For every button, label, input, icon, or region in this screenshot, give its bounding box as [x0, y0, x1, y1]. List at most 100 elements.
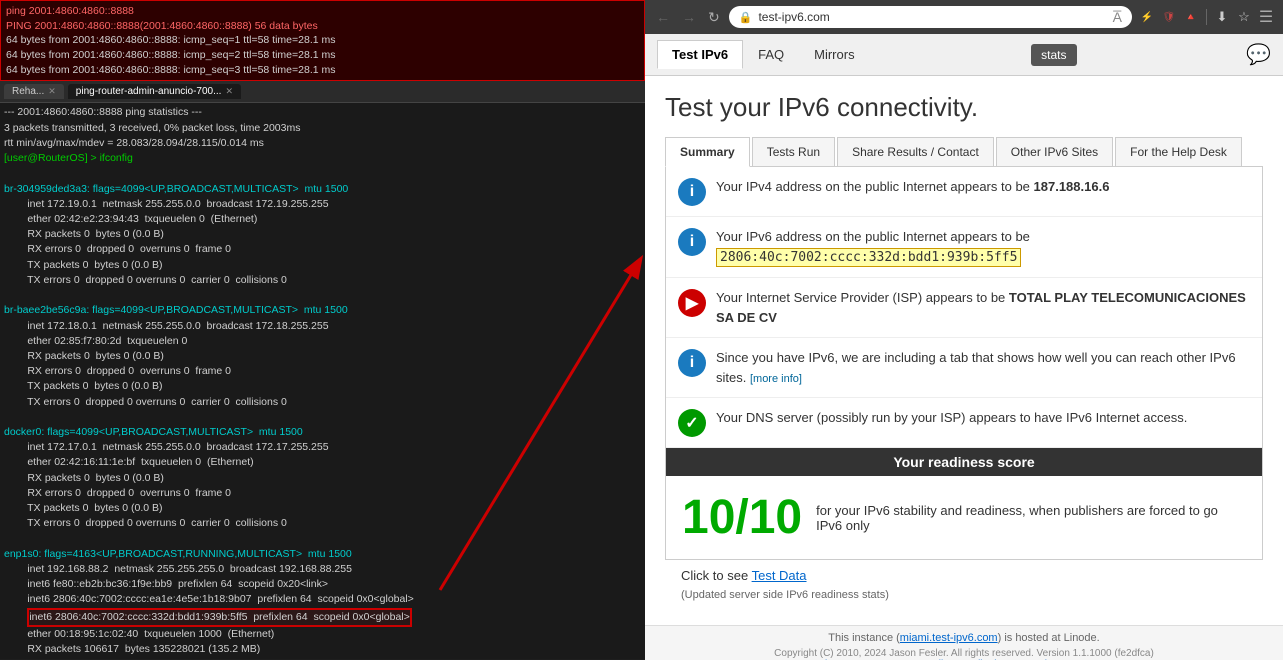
terminal-line-1: 64 bytes from 2001:4860:4860::8888: icmp… [6, 33, 639, 48]
tl-docker-inet: inet 172.17.0.1 netmask 255.255.0.0 broa… [4, 440, 641, 455]
info-row-ipv6-tab: i Since you have IPv6, we are including … [666, 338, 1262, 398]
address-bar[interactable]: 🔒 test-ipv6.com A̅ [729, 6, 1132, 28]
tl-enp-header: enp1s0: flags=4163<UP,BROADCAST,RUNNING,… [4, 547, 641, 562]
ext-icon-3[interactable]: 🔺 [1182, 8, 1200, 26]
more-info-link[interactable]: [more info] [750, 373, 802, 385]
info-icon-tab: i [678, 349, 706, 377]
tl-enp-inet6-global1: inet6 2806:40c:7002:cccc:ea1e:4e5e:1b18:… [4, 592, 641, 607]
ext-icon-2[interactable]: 🛡 [1160, 8, 1178, 26]
terminal-panel: ping 2001:4860:4860::8888 PING 2001:4860… [0, 0, 645, 660]
site-nav-links: Test IPv6 FAQ Mirrors [657, 40, 870, 69]
tab-other-ipv6[interactable]: Other IPv6 Sites [996, 137, 1113, 166]
address-text: test-ipv6.com [758, 10, 829, 24]
info-row-isp: ▶ Your Internet Service Provider (ISP) a… [666, 278, 1262, 338]
info-row-dns: ✓ Your DNS server (possibly run by your … [666, 398, 1262, 448]
info-section: i Your IPv4 address on the public Intern… [665, 167, 1263, 560]
terminal-tab-label-active: ping-router-admin-anuncio-700... [76, 86, 222, 97]
copyright-text: Copyright (C) 2010, 2024 Jason Fesler. A… [657, 648, 1271, 659]
site-footer: This instance (miami.test-ipv6.com) is h… [645, 625, 1283, 660]
tl-br1-txerr: TX errors 0 dropped 0 overruns 0 carrier… [4, 395, 641, 410]
site-navigation: Test IPv6 FAQ Mirrors stats 💬 [645, 34, 1283, 76]
test-data-prefix: Click to see [681, 568, 748, 583]
browser-content: Test IPv6 FAQ Mirrors stats 💬 Test your … [645, 34, 1283, 660]
tl-br1-inet: inet 172.18.0.1 netmask 255.255.0.0 broa… [4, 319, 641, 334]
info-icon-dns: ✓ [678, 409, 706, 437]
terminal-line-3: 64 bytes from 2001:4860:4860::8888: icmp… [6, 63, 639, 78]
terminal-line-ping-info: PING 2001:4860:4860::8888(2001:4860:4860… [6, 19, 639, 34]
terminal-top-output: ping 2001:4860:4860::8888 PING 2001:4860… [0, 0, 645, 81]
info-text-isp: Your Internet Service Provider (ISP) app… [716, 288, 1250, 327]
tl-br1-rx: RX packets 0 bytes 0 (0.0 B) [4, 349, 641, 364]
tl-empty3 [4, 410, 641, 425]
terminal-tab-reha[interactable]: Reha... ✕ [4, 84, 64, 99]
readiness-score: 10/10 [682, 490, 802, 545]
info-icon-ipv6: i [678, 228, 706, 256]
stats-button[interactable]: stats [1031, 44, 1076, 66]
nav-mirrors[interactable]: Mirrors [799, 40, 869, 69]
translate-icon: A̅ [1113, 9, 1122, 25]
tl-br0-tx: TX packets 0 bytes 0 (0.0 B) [4, 258, 641, 273]
lock-icon: 🔒 [739, 11, 753, 24]
nav-test-ipv6[interactable]: Test IPv6 [657, 40, 743, 69]
bookmarks-icon[interactable]: ☆ [1235, 8, 1253, 26]
updated-text: (Updated server side IPv6 readiness stat… [665, 587, 1263, 609]
tab-share[interactable]: Share Results / Contact [837, 137, 994, 166]
downloads-icon[interactable]: ⬇ [1213, 8, 1231, 26]
terminal-tab-ping[interactable]: ping-router-admin-anuncio-700... ✕ [68, 84, 241, 99]
back-button[interactable]: ← [653, 9, 673, 25]
info-text-dns: Your DNS server (possibly run by your IS… [716, 408, 1187, 428]
hosted-text: This instance (miami.test-ipv6.com) is h… [657, 632, 1271, 644]
tl-enp-inet: inet 192.168.88.2 netmask 255.255.255.0 … [4, 562, 641, 577]
nav-faq[interactable]: FAQ [743, 40, 799, 69]
tl-docker-ether: ether 02:42:16:11:1e:bf txqueuelen 0 (Et… [4, 455, 641, 470]
tab-help-desk[interactable]: For the Help Desk [1115, 137, 1242, 166]
tl-enp-ether: ether 00:18:95:1c:02:40 txqueuelen 1000 … [4, 627, 641, 642]
test-data-section: Click to see Test Data [665, 560, 1263, 587]
tl-br0-txerr: TX errors 0 dropped 0 overruns 0 carrier… [4, 273, 641, 288]
browser-toolbar: ← → ↻ 🔒 test-ipv6.com A̅ ⚡ 🛡 🔺 ⬇ ☆ ☰ [645, 0, 1283, 34]
tl-docker-rx: RX packets 0 bytes 0 (0.0 B) [4, 471, 641, 486]
close-icon[interactable]: ✕ [48, 86, 56, 97]
tl-br1-tx: TX packets 0 bytes 0 (0.0 B) [4, 379, 641, 394]
refresh-button[interactable]: ↻ [705, 9, 723, 26]
tl-enp-inet6-link: inet6 fe80::eb2b:bc36:1f9e:bb9 prefixlen… [4, 577, 641, 592]
tl-docker-tx: TX packets 0 bytes 0 (0.0 B) [4, 501, 641, 516]
tl-empty1 [4, 166, 641, 181]
tl-br0-ether: ether 02:42:e2:23:94:43 txqueuelen 0 (Et… [4, 212, 641, 227]
browser-panel: ← → ↻ 🔒 test-ipv6.com A̅ ⚡ 🛡 🔺 ⬇ ☆ ☰ Tes… [645, 0, 1283, 660]
miami-link[interactable]: miami.test-ipv6.com [900, 632, 998, 644]
tl-br1-rxerr: RX errors 0 dropped 0 overruns 0 frame 0 [4, 364, 641, 379]
tab-tests-run[interactable]: Tests Run [752, 137, 835, 166]
tl-stats: --- 2001:4860:4860::8888 ping statistics… [4, 105, 641, 120]
page-title: Test your IPv6 connectivity. [665, 92, 1263, 123]
info-icon-ipv4: i [678, 178, 706, 206]
forward-button[interactable]: → [679, 9, 699, 25]
content-tabs: Summary Tests Run Share Results / Contac… [665, 137, 1263, 167]
terminal-tabs-bar: Reha... ✕ ping-router-admin-anuncio-700.… [0, 81, 645, 103]
test-data-link[interactable]: Test Data [752, 568, 807, 583]
tl-docker-txerr: TX errors 0 dropped 0 overruns 0 carrier… [4, 516, 641, 531]
tl-rtt: rtt min/avg/max/mdev = 28.083/28.094/28.… [4, 136, 641, 151]
tl-br0-rxerr: RX errors 0 dropped 0 overruns 0 frame 0 [4, 242, 641, 257]
info-text-ipv6: Your IPv6 address on the public Internet… [716, 227, 1250, 267]
tl-br1-header: br-baee2be56c9a: flags=4099<UP,BROADCAST… [4, 303, 641, 318]
info-text-tab: Since you have IPv6, we are including a … [716, 348, 1250, 387]
tl-br0-inet: inet 172.19.0.1 netmask 255.255.0.0 broa… [4, 197, 641, 212]
terminal-line-2: 64 bytes from 2001:4860:4860::8888: icmp… [6, 48, 639, 63]
tl-enp-rx: RX packets 106617 bytes 135228021 (135.2… [4, 642, 641, 657]
ext-icon-1[interactable]: ⚡ [1138, 8, 1156, 26]
toolbar-separator [1206, 9, 1207, 25]
readiness-bar: Your readiness score [666, 448, 1262, 476]
close-icon-2[interactable]: ✕ [225, 86, 233, 97]
tab-summary[interactable]: Summary [665, 137, 750, 167]
tl-enp-inet6-global2-container: inet6 2806:40c:7002:cccc:332d:bdd1:939b:… [4, 608, 641, 627]
info-row-ipv6: i Your IPv6 address on the public Intern… [666, 217, 1262, 278]
browser-extension-icons: ⚡ 🛡 🔺 ⬇ ☆ ☰ [1138, 8, 1275, 26]
chat-icon[interactable]: 💬 [1246, 42, 1271, 67]
tl-docker-header: docker0: flags=4099<UP,BROADCAST,MULTICA… [4, 425, 641, 440]
menu-icon[interactable]: ☰ [1257, 8, 1275, 26]
readiness-row: 10/10 for your IPv6 stability and readin… [666, 476, 1262, 559]
site-main-content: Test your IPv6 connectivity. Summary Tes… [645, 76, 1283, 625]
tl-prompt: [user@RouterOS] > ifconfig [4, 151, 641, 166]
info-icon-isp: ▶ [678, 289, 706, 317]
